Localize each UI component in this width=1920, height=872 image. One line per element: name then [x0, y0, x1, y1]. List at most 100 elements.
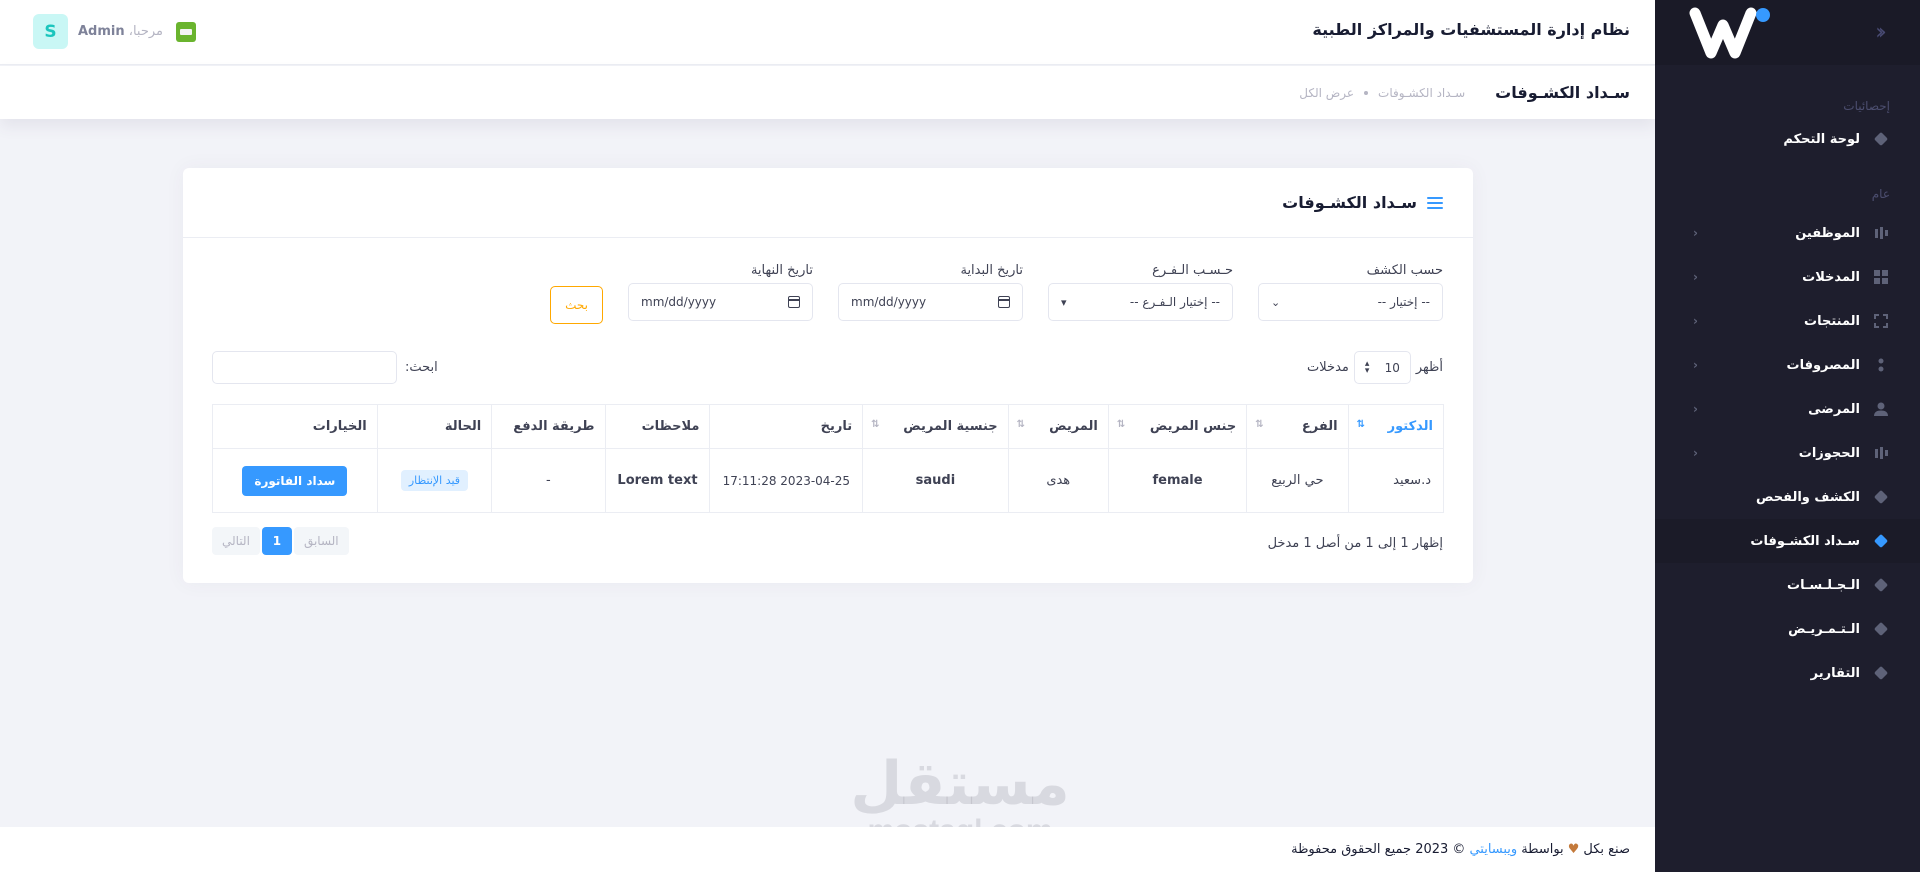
column-header-nationality[interactable]: جنسية المريض ⇅ [862, 404, 1009, 449]
sort-icon: ⇅ [871, 419, 880, 430]
sidebar-section-title: عام [1871, 187, 1890, 201]
breadcrumb: سـداد الكشـوفات عرض الكل [1299, 86, 1465, 100]
select-value: -- إختيار -- [1377, 295, 1430, 309]
user-icon [1872, 400, 1890, 418]
calendar-icon[interactable] [998, 296, 1010, 308]
top-header: نظام إدارة المستشفيات والمراكز الطبية S … [0, 0, 1655, 65]
sidebar-item-label: المدخلات [1802, 269, 1860, 285]
chevron-down-icon: ⌄ [1271, 295, 1281, 309]
start-date-input[interactable]: mm/dd/yyyy [838, 283, 1023, 321]
chevron-left-icon: ‹ [1693, 402, 1698, 416]
greeting-text: مرحبا، [128, 24, 164, 39]
user-name: Admin [78, 24, 125, 39]
sort-icon: ⇅ [1356, 419, 1365, 430]
cell-payment: - [491, 448, 606, 513]
page-number-button[interactable]: 1 [261, 527, 292, 555]
cell-patient: هدى [1007, 448, 1109, 513]
sidebar-item-label: سـداد الكشـوفات [1750, 533, 1860, 549]
search-input[interactable] [212, 351, 397, 384]
column-header-branch[interactable]: الفرع ⇅ [1246, 404, 1349, 449]
breadcrumb-separator [1364, 90, 1369, 95]
chevron-down-icon: ▾ [1061, 295, 1067, 309]
sort-updown-icon: ▴ ▾ [1364, 358, 1370, 376]
table-row: د.سعيد حي الربيع female هدى saudi 2023-0… [212, 448, 1445, 513]
card-title: سـداد الكشـوفات [1282, 193, 1417, 212]
column-header-doctor[interactable]: الدكتور ⇅ [1347, 404, 1445, 449]
diamond-icon [1872, 532, 1890, 550]
avatar[interactable]: S [33, 14, 68, 49]
breadcrumb-item[interactable]: عرض الكل [1299, 86, 1354, 100]
sidebar-item-label: المرضى [1808, 401, 1860, 417]
page-length-value: 10 [1384, 360, 1400, 375]
cell-branch: حي الربيع [1246, 448, 1349, 513]
payments-table: الدكتور ⇅ الفرع ⇅ جنس المريض ⇅ المريض ⇅ جنسي… [212, 404, 1445, 513]
sidebar-item-dashboard[interactable]: لوحة التحكم [1655, 117, 1920, 161]
heart-icon: ♥ [1567, 842, 1580, 857]
pagination: التالي 1 السابق [212, 527, 349, 555]
filter-by-exam: حسب الكشف -- إختيار -- ⌄ [1258, 263, 1443, 324]
card-header: سـداد الكشـوفات [183, 168, 1473, 238]
column-header-notes[interactable]: ملاحظات [604, 404, 711, 449]
column-header-payment[interactable]: طريقة الدفع [491, 404, 606, 449]
footer-copyright: © 2023 جميع الحقوق محفوظة [1291, 842, 1466, 857]
sidebar-item-products[interactable]: المنتجات ‹ [1655, 299, 1920, 343]
column-header-patient[interactable]: المريض ⇅ [1007, 404, 1109, 449]
sidebar-item-employees[interactable]: الموظفين ‹ [1655, 211, 1920, 255]
sidebar-item-examination[interactable]: الكشف والفحص [1655, 475, 1920, 519]
sidebar-item-label: الكشف والفحص [1755, 489, 1860, 505]
chevron-left-icon: ‹ [1693, 314, 1698, 328]
sidebar-toggle-icon[interactable]: ›› [1866, 20, 1890, 45]
subheader: سـداد الكشـوفات سـداد الكشـوفات عرض الكل [0, 66, 1655, 119]
chevron-left-icon: ‹ [1693, 358, 1698, 372]
calendar-icon[interactable] [788, 296, 800, 308]
column-header-gender[interactable]: جنس المريض ⇅ [1107, 404, 1248, 449]
diamond-icon [1872, 620, 1890, 638]
next-page-button[interactable]: التالي [212, 527, 260, 555]
diamond-icon [1872, 576, 1890, 594]
filter-label: حـسـب الـفـرع [1152, 263, 1233, 278]
table-search: ابحث: [212, 351, 438, 384]
search-button[interactable]: بحث [550, 286, 603, 324]
exam-select[interactable]: -- إختيار -- ⌄ [1258, 283, 1443, 321]
end-date-input[interactable]: mm/dd/yyyy [628, 283, 813, 321]
footer-brand-link[interactable]: ويبسايتي [1469, 842, 1517, 857]
length-label: أظهر [1415, 360, 1443, 375]
sidebar: ›› إحصائيات لوحة التحكم عام الموظفين ‹ ا… [1655, 0, 1920, 872]
sidebar-item-label: الـتـمـريـض [1788, 621, 1860, 637]
status-badge: قيد الإنتظار [400, 470, 469, 491]
column-header-date[interactable]: تاريخ [709, 404, 864, 449]
sidebar-item-inputs[interactable]: المدخلات ‹ [1655, 255, 1920, 299]
brand-logo-icon[interactable] [1689, 3, 1779, 63]
sidebar-item-label: التقارير [1810, 665, 1860, 681]
table-info: إظهار 1 إلى 1 من أصل 1 مدخل [1267, 536, 1443, 551]
search-label: ابحث: [405, 360, 438, 375]
prev-page-button[interactable]: السابق [293, 527, 349, 555]
language-flag-icon[interactable] [176, 22, 196, 42]
sidebar-item-reports[interactable]: التقارير [1655, 651, 1920, 695]
cell-status: قيد الإنتظار [376, 448, 493, 513]
cell-doctor: د.سعيد [1347, 448, 1445, 513]
sidebar-item-nursing[interactable]: الـتـمـريـض [1655, 607, 1920, 651]
column-header-options: الخيارات [212, 404, 378, 449]
table-header-row: الدكتور ⇅ الفرع ⇅ جنس المريض ⇅ المريض ⇅ جنسي… [212, 404, 1445, 449]
sidebar-item-expenses[interactable]: المصروفات ‹ [1655, 343, 1920, 387]
page-title: سـداد الكشـوفات [1495, 83, 1630, 102]
sidebar-item-exam-payments[interactable]: سـداد الكشـوفات [1655, 519, 1920, 563]
page-length-select[interactable]: ▴ ▾ 10 [1353, 351, 1411, 384]
pay-invoice-button[interactable]: سداد الفاتورة [242, 465, 348, 496]
user-greeting: مرحبا، Admin [78, 24, 163, 39]
sidebar-item-bookings[interactable]: الحجوزات ‹ [1655, 431, 1920, 475]
branch-select[interactable]: -- إختيار الـفـرع -- ▾ [1048, 283, 1233, 321]
diamond-icon [1872, 130, 1890, 148]
sidebar-item-patients[interactable]: المرضى ‹ [1655, 387, 1920, 431]
filter-label: تاريخ البداية [960, 263, 1023, 278]
column-header-status[interactable]: الحالة [376, 404, 493, 449]
footer-prefix: صنع بكل [1583, 842, 1630, 857]
sidebar-item-sessions[interactable]: الـجـلـسـات [1655, 563, 1920, 607]
breadcrumb-item[interactable]: سـداد الكشـوفات [1378, 86, 1465, 100]
sidebar-item-label: الـجـلـسـات [1787, 577, 1860, 593]
cell-gender: female [1107, 448, 1248, 513]
user-menu[interactable]: S مرحبا، Admin [33, 14, 163, 49]
filters-row: حسب الكشف -- إختيار -- ⌄ حـسـب الـفـرع -… [550, 263, 1443, 324]
filter-label: حسب الكشف [1366, 263, 1443, 278]
